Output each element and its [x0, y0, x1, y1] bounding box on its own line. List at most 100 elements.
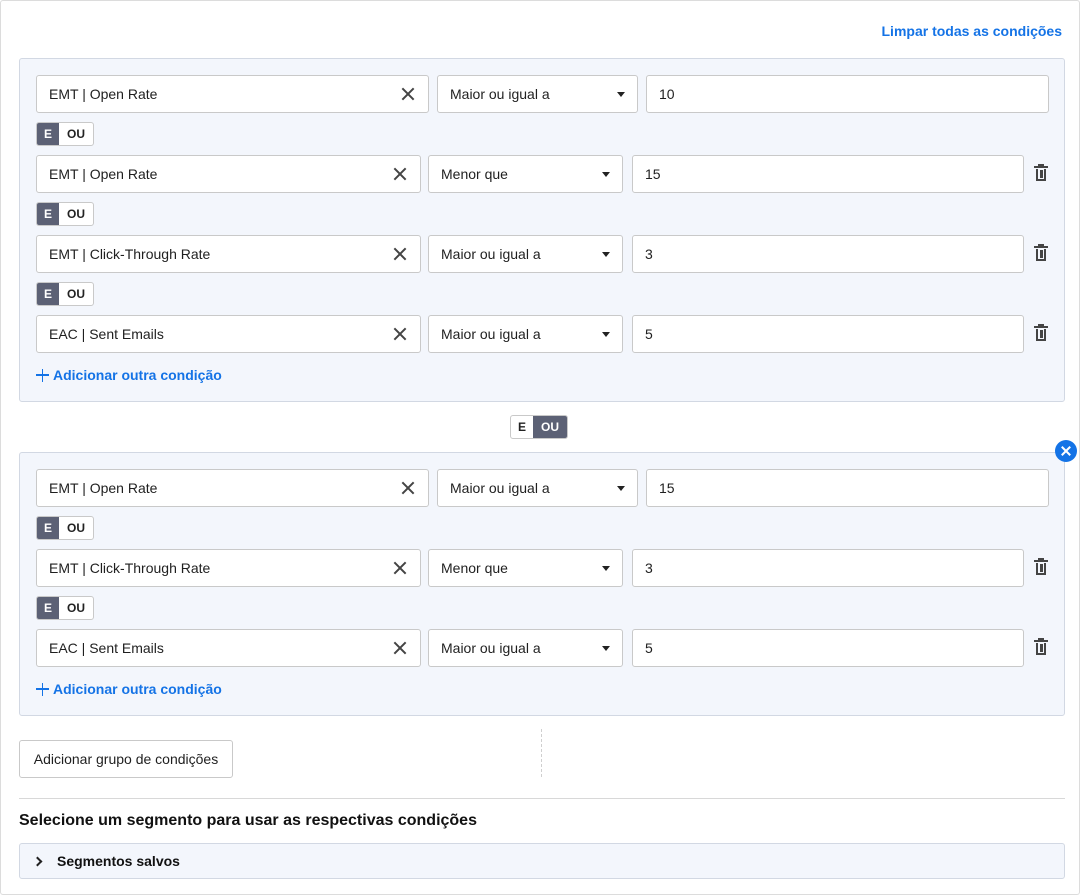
or-option[interactable]: OU — [533, 416, 567, 438]
saved-segments-accordion[interactable]: Segmentos salvos — [19, 843, 1065, 879]
operator-value: Menor que — [441, 560, 508, 576]
operator-value: Maior ou igual a — [450, 86, 550, 102]
value-input[interactable]: 3 — [632, 235, 1024, 273]
plus-icon — [36, 368, 49, 382]
and-or-toggle[interactable]: E OU — [36, 516, 94, 540]
value-text: 15 — [645, 166, 661, 182]
field-value: EMT | Open Rate — [49, 166, 158, 182]
value-input[interactable]: 15 — [646, 469, 1049, 507]
chevron-down-icon — [617, 485, 625, 491]
field-value: EMT | Click-Through Rate — [49, 246, 211, 262]
condition-row: EMT | Open Rate Maior ou igual a 15 — [36, 469, 1049, 507]
chevron-down-icon — [602, 565, 610, 571]
operator-dropdown[interactable]: Maior ou igual a — [428, 235, 623, 273]
clear-field-icon[interactable] — [400, 480, 416, 496]
clear-field-icon[interactable] — [392, 326, 408, 342]
operator-dropdown[interactable]: Maior ou igual a — [437, 469, 638, 507]
operator-value: Menor que — [441, 166, 508, 182]
add-condition-group-button[interactable]: Adicionar grupo de condições — [19, 740, 233, 778]
field-select[interactable]: EMT | Click-Through Rate — [36, 549, 421, 587]
add-condition-label: Adicionar outra condição — [53, 367, 222, 383]
chevron-down-icon — [602, 251, 610, 257]
condition-group-1: EMT | Open Rate Maior ou igual a 10 E OU… — [19, 58, 1065, 402]
or-option[interactable]: OU — [59, 597, 93, 619]
field-select[interactable]: EMT | Open Rate — [36, 469, 429, 507]
field-select[interactable]: EMT | Open Rate — [36, 75, 429, 113]
clear-field-icon[interactable] — [400, 86, 416, 102]
and-or-toggle[interactable]: E OU — [36, 202, 94, 226]
condition-row: EMT | Click-Through Rate Menor que 3 — [36, 549, 1049, 587]
value-input[interactable]: 3 — [632, 549, 1024, 587]
field-select[interactable]: EMT | Click-Through Rate — [36, 235, 421, 273]
condition-row: EAC | Sent Emails Maior ou igual a 5 — [36, 629, 1049, 667]
chevron-down-icon — [617, 91, 625, 97]
segment-section-title: Selecione um segmento para usar as respe… — [19, 812, 477, 829]
field-select[interactable]: EAC | Sent Emails — [36, 629, 421, 667]
plus-icon — [36, 682, 49, 696]
and-or-toggle[interactable]: E OU — [36, 122, 94, 146]
operator-dropdown[interactable]: Menor que — [428, 155, 623, 193]
or-option[interactable]: OU — [59, 123, 93, 145]
condition-row: EAC | Sent Emails Maior ou igual a 5 — [36, 315, 1049, 353]
trash-icon[interactable] — [1034, 164, 1048, 182]
value-text: 15 — [659, 480, 675, 496]
remove-group-icon[interactable] — [1055, 440, 1077, 462]
trash-icon[interactable] — [1034, 324, 1048, 342]
value-text: 3 — [645, 560, 653, 576]
value-input[interactable]: 15 — [632, 155, 1024, 193]
value-text: 5 — [645, 326, 653, 342]
and-option[interactable]: E — [37, 203, 59, 225]
and-or-toggle[interactable]: E OU — [36, 596, 94, 620]
clear-all-conditions-link[interactable]: Limpar todas as condições — [882, 23, 1063, 39]
and-option[interactable]: E — [37, 597, 59, 619]
trash-icon[interactable] — [1034, 244, 1048, 262]
value-input[interactable]: 5 — [632, 629, 1024, 667]
field-value: EMT | Open Rate — [49, 86, 158, 102]
condition-builder-panel: Limpar todas as condições EMT | Open Rat… — [0, 0, 1080, 895]
add-condition-link[interactable]: Adicionar outra condição — [36, 367, 222, 383]
condition-group-2: EMT | Open Rate Maior ou igual a 15 E OU… — [19, 452, 1065, 716]
value-text: 10 — [659, 86, 675, 102]
clear-field-icon[interactable] — [392, 246, 408, 262]
operator-dropdown[interactable]: Menor que — [428, 549, 623, 587]
field-value: EMT | Open Rate — [49, 480, 158, 496]
field-value: EAC | Sent Emails — [49, 640, 164, 656]
field-select[interactable]: EAC | Sent Emails — [36, 315, 421, 353]
operator-value: Maior ou igual a — [441, 640, 541, 656]
trash-icon[interactable] — [1034, 558, 1048, 576]
condition-row: EMT | Open Rate Menor que 15 — [36, 155, 1049, 193]
add-condition-link[interactable]: Adicionar outra condição — [36, 681, 222, 697]
or-option[interactable]: OU — [59, 517, 93, 539]
and-option[interactable]: E — [511, 416, 533, 438]
group-and-or-toggle[interactable]: E OU — [510, 415, 568, 439]
clear-field-icon[interactable] — [392, 166, 408, 182]
and-option[interactable]: E — [37, 283, 59, 305]
or-option[interactable]: OU — [59, 203, 93, 225]
add-condition-label: Adicionar outra condição — [53, 681, 222, 697]
value-text: 3 — [645, 246, 653, 262]
and-option[interactable]: E — [37, 123, 59, 145]
chevron-down-icon — [602, 645, 610, 651]
operator-value: Maior ou igual a — [441, 326, 541, 342]
condition-row: EMT | Open Rate Maior ou igual a 10 — [36, 75, 1049, 113]
operator-value: Maior ou igual a — [450, 480, 550, 496]
operator-dropdown[interactable]: Maior ou igual a — [428, 629, 623, 667]
operator-dropdown[interactable]: Maior ou igual a — [437, 75, 638, 113]
chevron-down-icon — [602, 331, 610, 337]
operator-value: Maior ou igual a — [441, 246, 541, 262]
field-select[interactable]: EMT | Open Rate — [36, 155, 421, 193]
chevron-down-icon — [602, 171, 610, 177]
vertical-divider — [541, 729, 542, 777]
and-option[interactable]: E — [37, 517, 59, 539]
value-input[interactable]: 10 — [646, 75, 1049, 113]
clear-field-icon[interactable] — [392, 640, 408, 656]
trash-icon[interactable] — [1034, 638, 1048, 656]
clear-field-icon[interactable] — [392, 560, 408, 576]
section-divider — [19, 798, 1065, 799]
operator-dropdown[interactable]: Maior ou igual a — [428, 315, 623, 353]
saved-segments-label: Segmentos salvos — [57, 853, 180, 869]
and-or-toggle[interactable]: E OU — [36, 282, 94, 306]
condition-row: EMT | Click-Through Rate Maior ou igual … — [36, 235, 1049, 273]
or-option[interactable]: OU — [59, 283, 93, 305]
value-input[interactable]: 5 — [632, 315, 1024, 353]
